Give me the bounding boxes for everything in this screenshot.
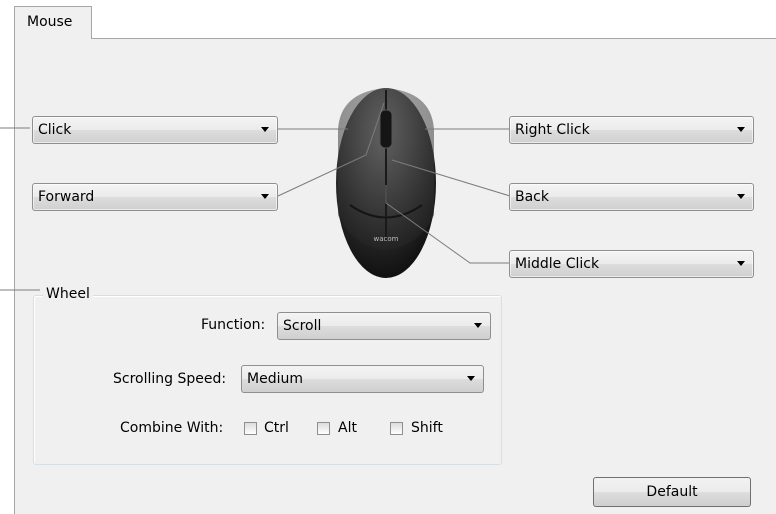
middle-button-value: Middle Click [515,256,600,272]
chevron-down-icon [261,127,269,132]
default-button[interactable]: Default [593,477,751,507]
scrolling-speed-dropdown[interactable]: Medium [241,365,484,393]
left-button-value: Click [38,122,72,138]
chevron-down-icon [474,323,482,328]
shift-checkbox-label: Shift [411,420,443,436]
left-side-button-dropdown[interactable]: Forward [32,183,278,211]
chevron-down-icon [737,261,745,266]
alt-checkbox[interactable] [317,422,330,435]
left-button-dropdown[interactable]: Click [32,116,278,144]
tab-mouse[interactable]: Mouse [14,6,92,39]
right-button-value: Right Click [515,122,590,138]
ctrl-checkbox-label: Ctrl [264,420,289,436]
right-side-button-dropdown[interactable]: Back [509,183,754,211]
alt-checkbox-label: Alt [338,420,357,436]
chevron-down-icon [737,194,745,199]
chevron-down-icon [467,376,475,381]
function-label: Function: [201,317,266,333]
middle-button-dropdown[interactable]: Middle Click [509,250,754,278]
combine-with-label: Combine With: [120,420,224,436]
tab-mouse-label: Mouse [27,14,73,30]
shift-checkbox[interactable] [390,422,403,435]
right-side-button-value: Back [515,189,549,205]
function-dropdown[interactable]: Scroll [277,312,491,340]
wheel-group-title: Wheel [43,286,93,302]
scrolling-speed-label: Scrolling Speed: [113,371,227,387]
function-value: Scroll [283,318,322,334]
chevron-down-icon [261,194,269,199]
right-button-dropdown[interactable]: Right Click [509,116,754,144]
ctrl-checkbox[interactable] [244,422,257,435]
left-side-button-value: Forward [38,189,95,205]
scrolling-speed-value: Medium [247,371,303,387]
chevron-down-icon [737,127,745,132]
